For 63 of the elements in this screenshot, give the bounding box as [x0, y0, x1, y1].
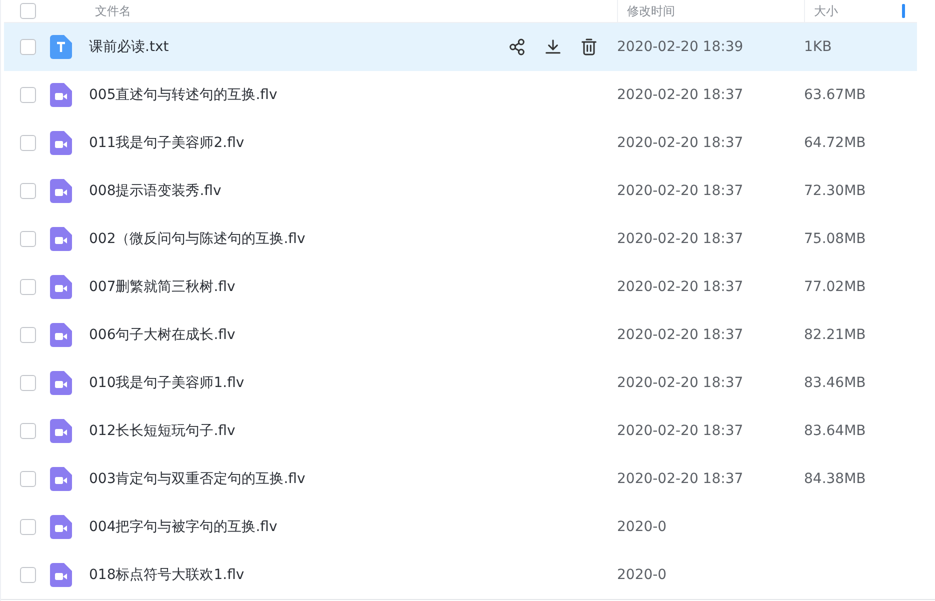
- text-file-icon: [50, 35, 72, 59]
- video-file-icon: [50, 83, 72, 107]
- row-checkbox[interactable]: [20, 519, 36, 535]
- modified-time: 2020-02-20 18:37: [617, 183, 744, 199]
- row-checkbox[interactable]: [20, 567, 36, 583]
- file-size: 82.21MB: [804, 327, 867, 343]
- modified-time: 2020-02-20 18:39: [617, 39, 744, 55]
- video-file-icon: [50, 179, 72, 203]
- row-checkbox[interactable]: [20, 231, 36, 247]
- file-name[interactable]: 002（微反问句与陈述句的互换.flv: [87, 230, 507, 248]
- file-row[interactable]: 课前必读.txt 2020-02-20 18:39 1KB: [4, 23, 917, 71]
- video-file-icon: [50, 227, 72, 251]
- video-file-icon: [50, 467, 72, 491]
- file-size: 75.08MB: [804, 231, 867, 247]
- row-checkbox[interactable]: [20, 327, 36, 343]
- file-size: 83.64MB: [804, 423, 867, 439]
- modified-time: 2020-02-20 18:37: [617, 87, 744, 103]
- modified-time: 2020-02-20 18:37: [617, 375, 744, 391]
- file-name[interactable]: 003肯定句与双重否定句的互换.flv: [87, 470, 507, 488]
- video-file-icon: [50, 131, 72, 155]
- modified-time: 2020-02-20 18:37: [617, 327, 744, 343]
- file-name[interactable]: 课前必读.txt: [87, 38, 507, 56]
- modified-time: 2020-02-20 18:37: [617, 231, 744, 247]
- row-checkbox[interactable]: [20, 279, 36, 295]
- video-file-icon: [50, 275, 72, 299]
- select-all-checkbox[interactable]: [20, 3, 36, 19]
- row-checkbox[interactable]: [20, 135, 36, 151]
- file-name[interactable]: 005直述句与转述句的互换.flv: [87, 86, 507, 104]
- video-file-icon: [50, 323, 72, 347]
- file-name[interactable]: 008提示语变装秀.flv: [87, 182, 507, 200]
- video-file-icon: [50, 515, 72, 539]
- modified-time: 2020-02-20 18:37: [617, 423, 744, 439]
- file-size: 63.67MB: [804, 87, 867, 103]
- file-size: 84.38MB: [804, 471, 867, 487]
- modified-time: 2020-0: [617, 519, 668, 535]
- file-name[interactable]: 006句子大树在成长.flv: [87, 326, 507, 344]
- modified-time: 2020-0: [617, 567, 668, 583]
- row-checkbox[interactable]: [20, 471, 36, 487]
- delete-button[interactable]: [579, 37, 599, 57]
- row-checkbox[interactable]: [20, 375, 36, 391]
- share-button[interactable]: [507, 37, 527, 57]
- row-checkbox[interactable]: [20, 183, 36, 199]
- file-size: 1KB: [804, 39, 833, 55]
- video-file-icon: [50, 419, 72, 443]
- modified-time: 2020-02-20 18:37: [617, 471, 744, 487]
- column-settings-icon[interactable]: [902, 4, 905, 18]
- modified-time: 2020-02-20 18:37: [617, 279, 744, 295]
- file-name[interactable]: 011我是句子美容师2.flv: [87, 134, 507, 152]
- file-name[interactable]: 010我是句子美容师1.flv: [87, 374, 507, 392]
- file-size: 83.46MB: [804, 375, 867, 391]
- file-name[interactable]: 004把字句与被字句的互换.flv: [87, 518, 507, 536]
- file-size: 64.72MB: [804, 135, 867, 151]
- modified-time: 2020-02-20 18:37: [617, 135, 744, 151]
- row-checkbox[interactable]: [20, 87, 36, 103]
- file-name[interactable]: 007删繁就简三秋树.flv: [87, 278, 507, 296]
- file-size: 77.02MB: [804, 279, 867, 295]
- file-size: 72.30MB: [804, 183, 867, 199]
- row-checkbox[interactable]: [20, 39, 36, 55]
- row-checkbox[interactable]: [20, 423, 36, 439]
- file-name[interactable]: 012长长短短玩句子.flv: [87, 422, 507, 440]
- video-file-icon: [50, 563, 72, 587]
- video-file-icon: [50, 371, 72, 395]
- file-name[interactable]: 018标点符号大联欢1.flv: [87, 566, 507, 584]
